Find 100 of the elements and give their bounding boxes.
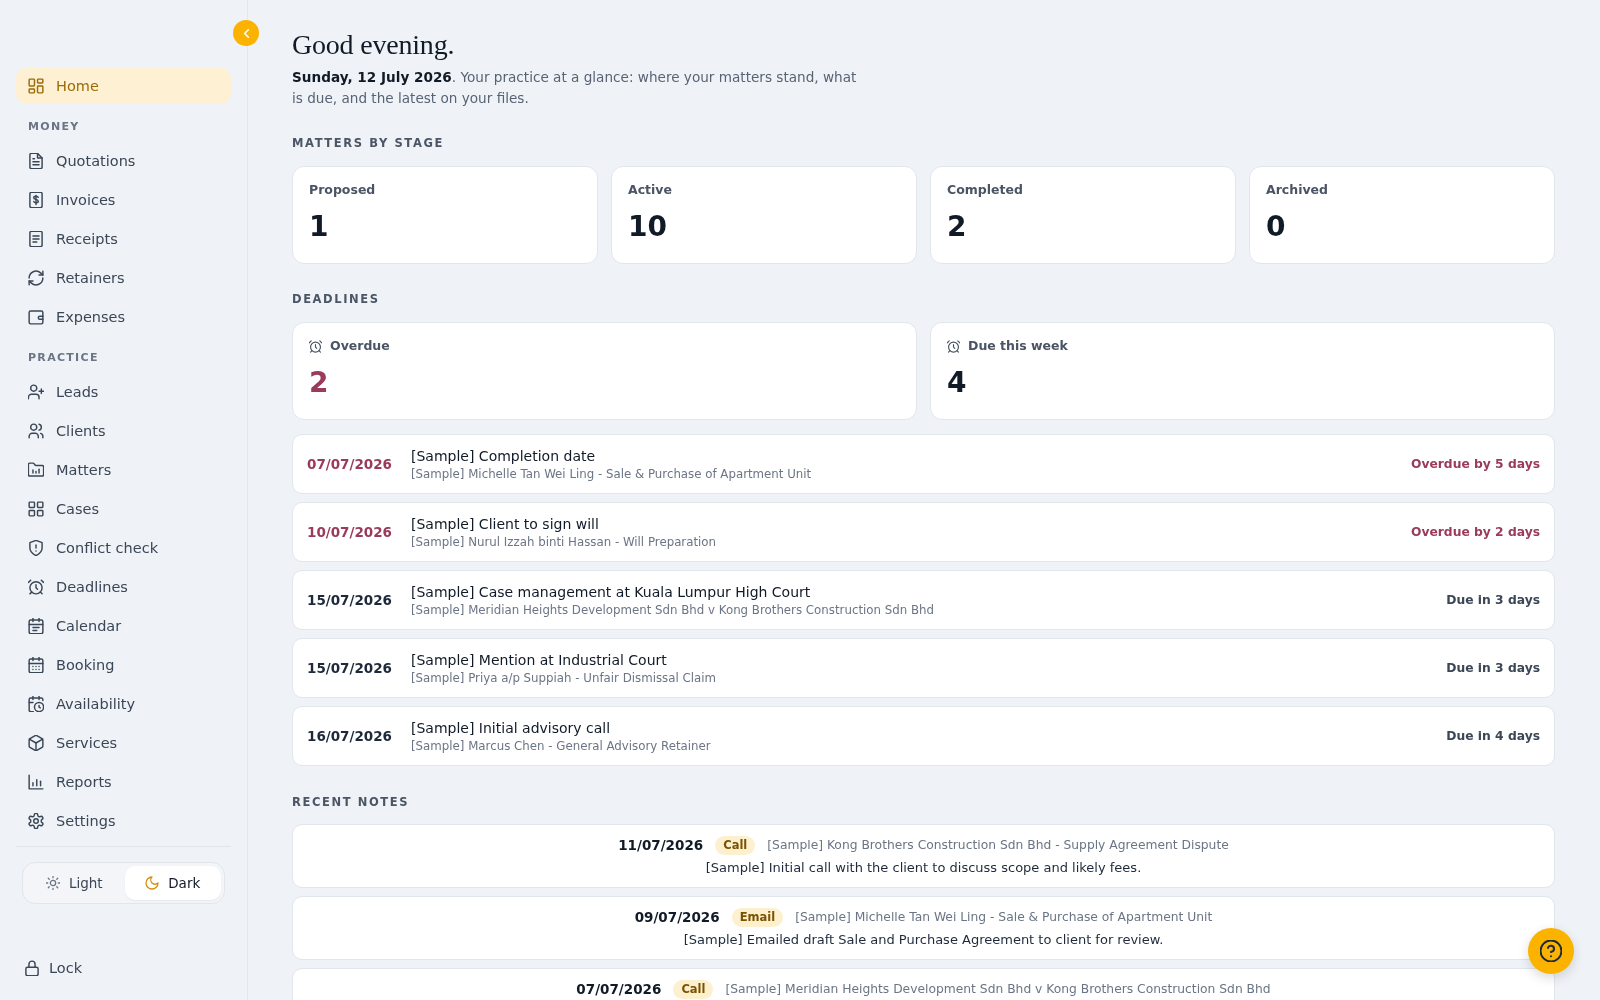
nav-item[interactable]: Receipts: [16, 221, 231, 257]
shield-alert-icon: [28, 540, 44, 556]
note-matter: [Sample] Michelle Tan Wei Ling - Sale & Purchase of Apartment Unit: [795, 910, 1213, 924]
alarm-clock-icon: [28, 579, 44, 595]
note-type-badge: Call: [673, 979, 714, 999]
deadline-title: [Sample] Mention at Industrial Court: [411, 650, 667, 670]
note-matter: [Sample] Kong Brothers Construction Sdn Bhd - Supply Agreement Dispute: [767, 838, 1229, 852]
greeting-title: Good evening.: [292, 28, 455, 62]
deadline-matter: [Sample] Priya a/p Suppiah - Unfair Dismissal Claim: [411, 669, 716, 687]
note-date: 07/07/2026: [576, 981, 662, 997]
stat-label: Completed: [947, 182, 1023, 198]
deadline-date: 15/07/2026: [307, 592, 392, 608]
note-text: [Sample] Emailed draft Sale and Purchase Agreement to client for review.: [683, 931, 1164, 949]
deadline-status: Overdue by 5 days: [1410, 457, 1540, 471]
deadline-matter: [Sample] Michelle Tan Wei Ling - Sale & Purchase of Apartment Unit: [411, 465, 812, 483]
note-type-badge: Email: [731, 907, 784, 927]
note-date: 11/07/2026: [618, 837, 704, 853]
refresh-icon: [28, 270, 44, 286]
folder-icon: [28, 462, 44, 478]
user-plus-icon: [28, 384, 44, 400]
deadline-row[interactable]: 10/07/2026 [Sample] Client to sign will [Sample] Nurul Izzah binti Hassan - Will Preparation Overdue by 2 days: [292, 502, 1555, 562]
theme-option[interactable]: Light: [26, 866, 123, 900]
nav-item[interactable]: Conflict check: [16, 530, 231, 566]
nav-item[interactable]: Expenses: [16, 299, 231, 335]
receipt-icon: [28, 231, 44, 247]
alarm-clock-icon: [947, 339, 960, 353]
stat-label: Overdue: [330, 338, 390, 354]
lock-icon: [24, 960, 40, 976]
deadline-row[interactable]: 16/07/2026 [Sample] Initial advisory call [Sample] Marcus Chen - General Advisory Retainer Due in 4 days: [292, 706, 1555, 766]
nav-item[interactable]: Settings: [16, 803, 231, 839]
deadline-matter: [Sample] Meridian Heights Development Sdn Bhd v Kong Brothers Construction Sdn Bhd: [411, 601, 934, 619]
deadline-status: Due in 3 days: [1446, 593, 1540, 607]
deadline-date: 07/07/2026: [307, 456, 392, 472]
stat-value: 4: [947, 366, 967, 400]
nav-item[interactable]: Availability: [16, 686, 231, 722]
stat-label: Active: [628, 182, 672, 198]
lock-button[interactable]: Lock: [16, 957, 83, 979]
help-button[interactable]: [1528, 928, 1574, 974]
calendar-icon: [28, 618, 44, 634]
theme-option[interactable]: Dark: [124, 866, 221, 900]
deadline-title: [Sample] Case management at Kuala Lumpur High Court: [411, 582, 811, 602]
stat-value: 10: [628, 210, 667, 244]
dashboard-icon: [28, 78, 44, 94]
section-heading: RECENT NOTES: [292, 794, 410, 810]
deadline-title: [Sample] Completion date: [411, 446, 596, 466]
stat-value: 0: [1266, 210, 1286, 244]
nav-item[interactable]: Quotations: [16, 143, 231, 179]
note-date: 09/07/2026: [634, 909, 720, 925]
deadline-row[interactable]: 07/07/2026 [Sample] Completion date [Sample] Michelle Tan Wei Ling - Sale & Purchase of Apartment Unit Overdue by 5 days: [292, 434, 1555, 494]
deadline-row[interactable]: 15/07/2026 [Sample] Case management at Kuala Lumpur High Court [Sample] Meridian Heights Development Sdn Bhd v Kong Brothers Construction Sdn Bhd Due in 3 days: [292, 570, 1555, 630]
section-heading: DEADLINES: [292, 291, 380, 307]
deadline-status: Due in 4 days: [1446, 729, 1540, 743]
settings-icon: [28, 813, 44, 829]
nav-item[interactable]: Invoices: [16, 182, 231, 218]
nav-item[interactable]: Clients: [16, 413, 231, 449]
nav-group-heading: MONEY: [27, 119, 81, 135]
users-icon: [28, 423, 44, 439]
moon-icon: [145, 876, 160, 890]
deadline-date: 15/07/2026: [307, 660, 392, 676]
calendar-icon: [28, 657, 44, 673]
stat-label: Due this week: [968, 338, 1068, 354]
stat-label: Archived: [1266, 182, 1328, 198]
deadline-date: 16/07/2026: [307, 728, 392, 744]
note-card[interactable]: 11/07/2026 Call [Sample] Kong Brothers Construction Sdn Bhd - Supply Agreement Dispute [Sample] Initial call with the client to discuss scope and likely fees.: [292, 824, 1555, 888]
nav-item[interactable]: Services: [16, 725, 231, 761]
stat-value: 2: [947, 210, 967, 244]
nav-group-heading: PRACTICE: [27, 350, 100, 366]
stat-label: Proposed: [309, 182, 376, 198]
package-icon: [28, 735, 44, 751]
note-text: [Sample] Initial call with the client to discuss scope and likely fees.: [705, 859, 1142, 877]
note-card[interactable]: 07/07/2026 Call [Sample] Meridian Heights Development Sdn Bhd v Kong Brothers Construction Sdn Bhd: [292, 968, 1555, 1000]
dollar-document-icon: [28, 192, 44, 208]
note-card[interactable]: 09/07/2026 Email [Sample] Michelle Tan Wei Ling - Sale & Purchase of Apartment Unit [Sample] Emailed draft Sale and Purchase Agreement to client for review.: [292, 896, 1555, 960]
calendar-clock-icon: [28, 696, 44, 712]
deadline-status: Overdue by 2 days: [1410, 525, 1540, 539]
deadline-title: [Sample] Client to sign will: [411, 514, 599, 534]
nav-item[interactable]: Booking: [16, 647, 231, 683]
nav-item[interactable]: Reports: [16, 764, 231, 800]
stat-value: 1: [309, 210, 329, 244]
note-type-badge: Call: [715, 835, 756, 855]
document-icon: [28, 153, 44, 169]
deadline-status: Due in 3 days: [1446, 661, 1540, 675]
section-heading: MATTERS BY STAGE: [292, 135, 444, 151]
deadline-matter: [Sample] Nurul Izzah binti Hassan - Will Preparation: [411, 533, 717, 551]
deadline-title: [Sample] Initial advisory call: [411, 718, 611, 738]
stat-value: 2: [309, 366, 329, 400]
nav-item[interactable]: Calendar: [16, 608, 231, 644]
bar-chart-icon: [28, 774, 44, 790]
note-matter: [Sample] Meridian Heights Development Sdn Bhd v Kong Brothers Construction Sdn Bhd: [725, 982, 1271, 996]
deadline-matter: [Sample] Marcus Chen - General Advisory Retainer: [411, 737, 711, 755]
intro-text: Sunday, 12 July 2026. Your practice at a glance: where your matters stand, what is due, and the latest on your files.: [292, 68, 858, 108]
nav-item[interactable]: Deadlines: [16, 569, 231, 605]
nav-item[interactable]: Cases: [16, 491, 231, 527]
nav-item[interactable]: Home: [16, 68, 231, 104]
nav-item[interactable]: Retainers: [16, 260, 231, 296]
grid-icon: [28, 501, 44, 517]
deadline-row[interactable]: 15/07/2026 [Sample] Mention at Industrial Court [Sample] Priya a/p Suppiah - Unfair Dismissal Claim Due in 3 days: [292, 638, 1555, 698]
nav-item[interactable]: Leads: [16, 374, 231, 410]
sun-icon: [45, 876, 60, 890]
nav-item[interactable]: Matters: [16, 452, 231, 488]
